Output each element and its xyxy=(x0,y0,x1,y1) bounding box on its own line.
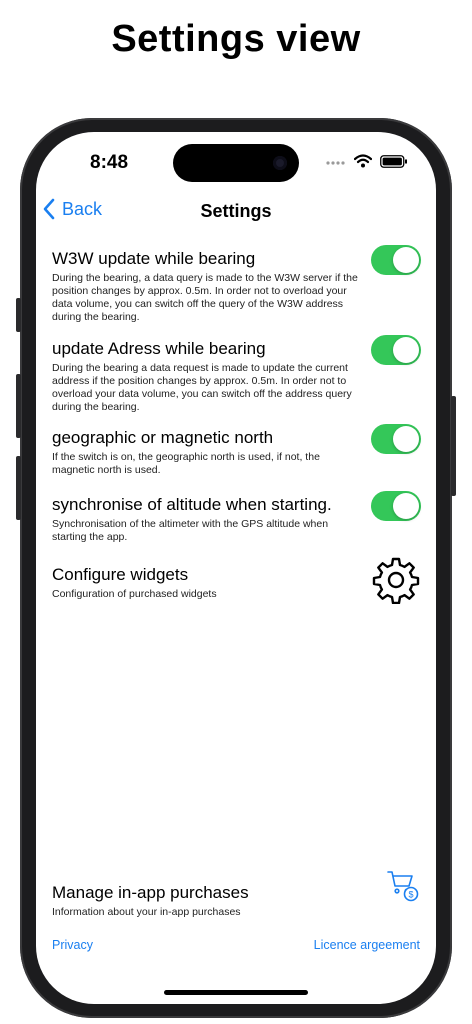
page-headline: Settings view xyxy=(111,18,361,60)
cellular-signal-icon xyxy=(326,161,345,165)
status-icons xyxy=(326,154,408,168)
licence-agreement-link[interactable]: Licence argeement xyxy=(314,938,420,952)
configure-widgets-row[interactable]: Configure widgets Configuration of purch… xyxy=(52,557,420,604)
side-button-volume-up xyxy=(16,374,21,438)
toggle-knob xyxy=(393,337,419,363)
setting-title: W3W update while bearing xyxy=(52,249,256,268)
setting-description: If the switch is on, the geographic nort… xyxy=(52,451,320,476)
toggle-knob xyxy=(393,426,419,452)
w3w-update-toggle[interactable] xyxy=(371,245,421,275)
setting-description: Synchronisation of the altimeter with th… xyxy=(52,518,329,543)
toggle-knob xyxy=(393,247,419,273)
setting-title: update Adress while bearing xyxy=(52,339,266,358)
page-title: Settings xyxy=(200,201,272,221)
svg-text:$: $ xyxy=(408,890,413,900)
setting-north-type: geographic or magnetic north If the swit… xyxy=(52,424,421,477)
side-button-power xyxy=(451,396,456,496)
status-time: 8:48 xyxy=(90,152,129,173)
setting-altitude-sync: synchronise of altitude when starting. S… xyxy=(52,491,421,544)
dynamic-island xyxy=(173,144,299,182)
altitude-sync-toggle[interactable] xyxy=(371,491,421,521)
setting-title: synchronise of altitude when starting. xyxy=(52,495,332,514)
setting-description: Configuration of purchased widgets xyxy=(52,588,217,600)
setting-address-update: update Adress while bearing During the b… xyxy=(52,335,421,414)
manage-purchases-row[interactable]: Manage in-app purchases Information abou… xyxy=(52,871,420,919)
phone-screen: 8:48 Back Settings W3W update while bear… xyxy=(36,132,436,1004)
battery-icon xyxy=(380,154,407,168)
north-type-toggle[interactable] xyxy=(371,424,421,454)
address-update-toggle[interactable] xyxy=(371,335,421,365)
setting-description: During the bearing, a data query is made… xyxy=(52,272,358,323)
side-button-volume-down xyxy=(16,456,21,520)
gear-icon[interactable] xyxy=(372,556,420,604)
phone-frame: 8:48 Back Settings W3W update while bear… xyxy=(16,118,456,1018)
setting-description: Information about your in-app purchases xyxy=(52,906,241,918)
side-button-action xyxy=(16,298,21,332)
setting-title: geographic or magnetic north xyxy=(52,428,274,447)
setting-description: During the bearing a data request is mad… xyxy=(52,362,352,413)
navigation-bar: Back Settings xyxy=(36,196,436,230)
toggle-knob xyxy=(393,493,419,519)
wifi-icon xyxy=(354,154,372,168)
camera-icon xyxy=(273,156,287,170)
setting-title: Configure widgets xyxy=(52,565,189,584)
home-indicator xyxy=(164,990,308,995)
setting-title: Manage in-app purchases xyxy=(52,883,249,902)
privacy-link[interactable]: Privacy xyxy=(52,938,93,952)
setting-w3w-update: W3W update while bearing During the bear… xyxy=(52,245,421,324)
shopping-cart-dollar-icon[interactable]: $ xyxy=(386,868,420,902)
